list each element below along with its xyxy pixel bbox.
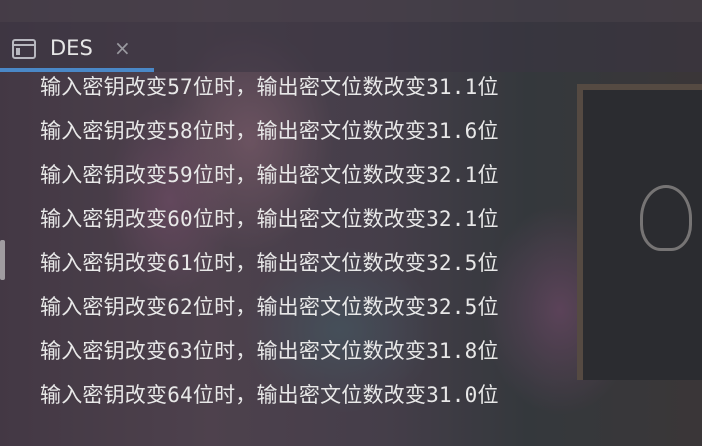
console-line: 输入密钥改变58位时，输出密文位数改变31.6位: [40, 119, 499, 143]
ide-window: DES × 输入密钥改变57位时，输出密文位数改变31.1位 输入密钥改变58位…: [0, 0, 702, 446]
tab-title: DES: [50, 36, 93, 60]
console-window-icon: [12, 39, 36, 59]
title-strip: [0, 0, 702, 22]
scrollbar-thumb[interactable]: [0, 240, 5, 280]
console-line: 输入密钥改变60位时，输出密文位数改变32.1位: [40, 207, 499, 231]
console-line: 输入密钥改变63位时，输出密文位数改变31.8位: [40, 339, 499, 363]
close-icon[interactable]: ×: [114, 35, 131, 61]
console-line: 输入密钥改变57位时，输出密文位数改变31.1位: [40, 75, 499, 99]
tool-window-tab-bar: DES ×: [0, 22, 702, 72]
console-output: 输入密钥改变57位时，输出密文位数改变31.1位 输入密钥改变58位时，输出密文…: [40, 72, 680, 446]
tab-des[interactable]: DES ×: [0, 22, 154, 72]
console-line: 输入密钥改变64位时，输出密文位数改变31.0位: [40, 383, 499, 407]
console-line: 输入密钥改变62位时，输出密文位数改变32.5位: [40, 295, 499, 319]
console-line: 输入密钥改变61位时，输出密文位数改变32.5位: [40, 251, 499, 275]
console-line: 输入密钥改变59位时，输出密文位数改变32.1位: [40, 163, 499, 187]
